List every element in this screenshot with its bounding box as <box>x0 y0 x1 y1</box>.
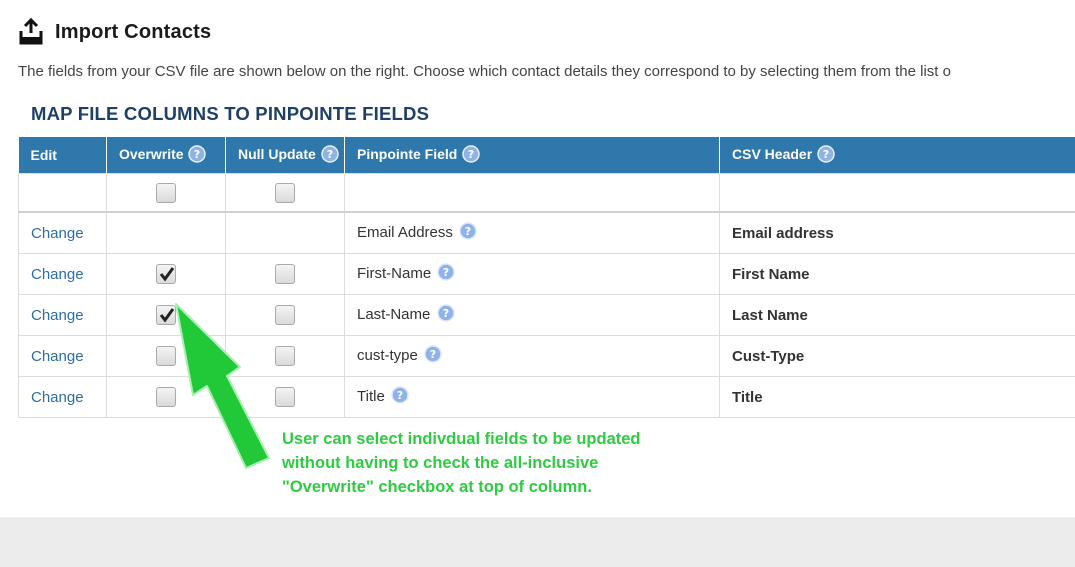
csv-header-label: Cust-Type <box>732 347 805 365</box>
pinpointe-field-label: Last-Name <box>357 306 431 323</box>
change-link[interactable]: Change <box>31 307 84 324</box>
svg-text:?: ? <box>443 266 449 279</box>
table-cell: Change <box>18 211 107 254</box>
table-cell: Change <box>18 335 107 377</box>
table-cell <box>225 173 345 213</box>
page-header: Import Contacts <box>18 17 211 47</box>
null-update-checkbox[interactable] <box>275 264 295 284</box>
import-tray-icon <box>18 17 44 46</box>
pinpointe-field-label: Title <box>357 388 385 405</box>
table-cell: Change <box>18 294 107 336</box>
help-question-icon[interactable]: ? <box>437 263 456 285</box>
table-cell: Email address <box>719 211 1075 254</box>
footer-band <box>0 517 1075 567</box>
table-row: Change Email Address ? Email address <box>18 211 1075 254</box>
svg-text:?: ? <box>442 307 448 320</box>
help-question-icon[interactable]: ? <box>391 386 409 408</box>
change-link[interactable]: Change <box>31 225 84 242</box>
column-header-null-update: Null Update ? <box>225 137 345 174</box>
table-header-row: Edit Overwrite ? Null Update ? Pinpointe… <box>18 137 1075 174</box>
null-update-all-checkbox[interactable] <box>275 182 295 203</box>
overwrite-all-checkbox[interactable] <box>156 182 176 203</box>
section-title: MAP FILE COLUMNS TO PINPOINTE FIELDS <box>31 103 430 124</box>
help-question-icon[interactable]: ? <box>424 345 442 367</box>
table-cell <box>18 173 107 213</box>
table-cell <box>106 173 226 213</box>
table-cell <box>225 211 345 254</box>
pinpointe-field-label: Email Address <box>357 224 453 241</box>
table-cell <box>106 211 226 254</box>
table-cell: First Name <box>719 253 1075 295</box>
column-header-overwrite: Overwrite ? <box>106 137 226 174</box>
svg-text:?: ? <box>823 148 829 161</box>
pinpointe-field-label: First-Name <box>357 265 432 282</box>
select-all-row <box>18 173 1075 213</box>
table-cell: cust-type ? <box>344 335 720 377</box>
help-question-icon[interactable]: ? <box>436 304 455 326</box>
help-question-icon[interactable]: ? <box>320 144 339 166</box>
table-cell <box>106 253 226 295</box>
table-cell: Last Name <box>719 294 1075 336</box>
table-cell <box>719 173 1075 213</box>
svg-text:?: ? <box>430 348 436 361</box>
pinpointe-field-label: cust-type <box>357 347 418 364</box>
help-question-icon[interactable]: ? <box>462 144 480 166</box>
table-row: Change First-Name ? First Name <box>18 253 1075 295</box>
overwrite-checkbox[interactable] <box>156 264 176 284</box>
column-header-csv-header: CSV Header ? <box>719 137 1075 174</box>
csv-header-label: Last Name <box>732 306 808 324</box>
column-header-edit: Edit <box>18 137 107 174</box>
table-cell: Cust-Type <box>719 335 1075 377</box>
annotation-arrow-icon <box>172 300 282 475</box>
column-header-pinpointe-field: Pinpointe Field ? <box>344 137 720 174</box>
table-cell: Title <box>719 376 1075 418</box>
table-cell: Last-Name ? <box>344 294 720 336</box>
csv-header-label: First Name <box>732 265 810 283</box>
svg-text:?: ? <box>397 389 403 402</box>
table-cell: Title ? <box>344 376 720 418</box>
csv-header-label: Title <box>732 388 763 406</box>
change-link[interactable]: Change <box>31 389 84 406</box>
svg-text:?: ? <box>194 148 200 161</box>
page-title: Import Contacts <box>55 20 212 43</box>
help-question-icon[interactable]: ? <box>188 144 207 166</box>
page-description: The fields from your CSV file are shown … <box>18 63 951 80</box>
csv-header-label: Email address <box>732 224 834 242</box>
table-cell: Change <box>18 376 107 418</box>
svg-text:?: ? <box>326 148 332 161</box>
checkmark-icon <box>159 267 175 282</box>
change-link[interactable]: Change <box>31 348 84 365</box>
table-cell: Change <box>18 253 107 295</box>
table-cell: First-Name ? <box>344 253 720 295</box>
help-question-icon[interactable]: ? <box>817 144 835 166</box>
change-link[interactable]: Change <box>31 266 84 283</box>
table-cell <box>225 253 345 295</box>
table-cell: Email Address ? <box>344 211 720 254</box>
table-cell <box>344 173 720 213</box>
help-question-icon[interactable]: ? <box>459 222 477 244</box>
svg-text:?: ? <box>465 225 471 238</box>
annotation-callout: User can select indivdual fields to be u… <box>282 430 641 496</box>
svg-text:?: ? <box>468 148 474 161</box>
